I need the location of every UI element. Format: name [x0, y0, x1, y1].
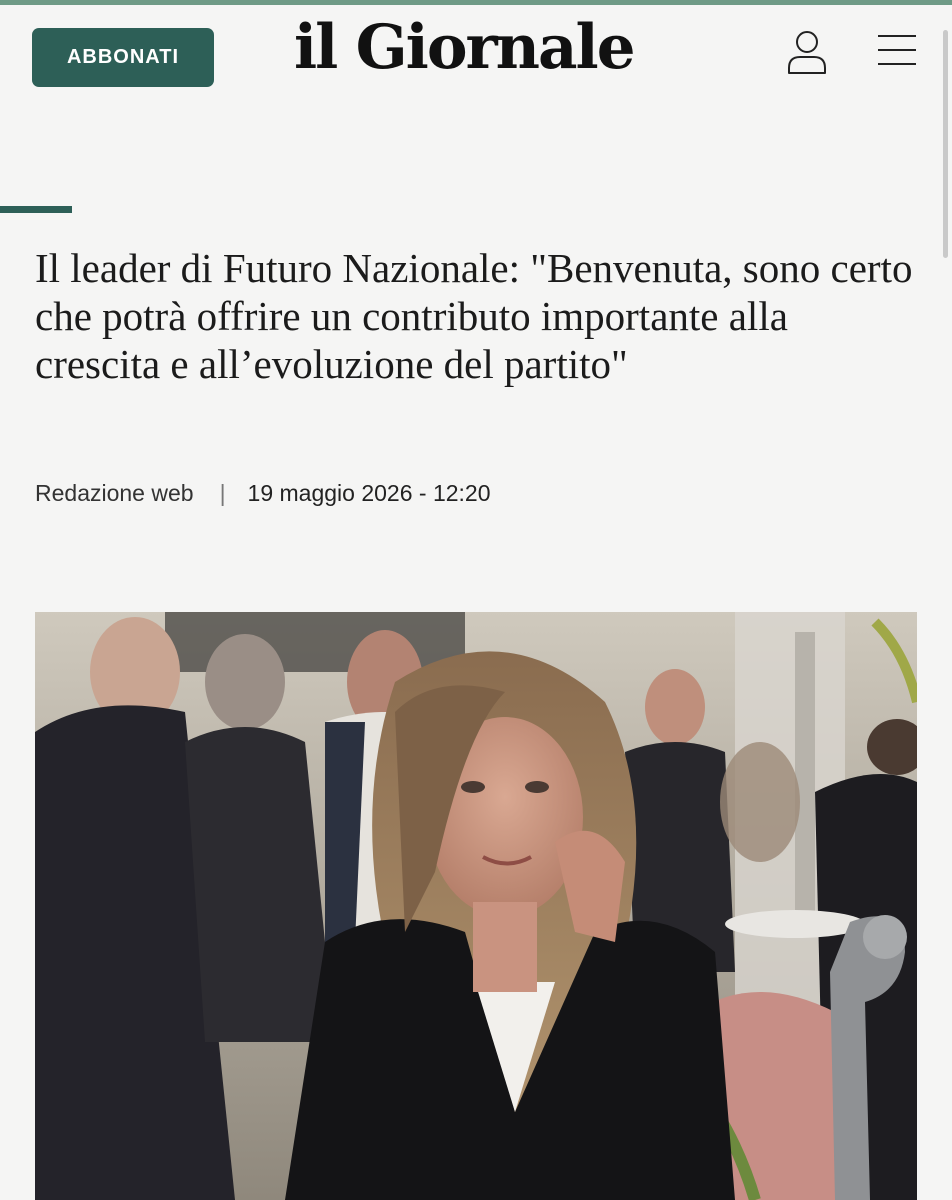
top-accent-strip [0, 0, 952, 5]
article-author[interactable]: Redazione web [35, 480, 194, 507]
article-photo[interactable] [35, 612, 917, 1200]
meta-separator: | [219, 480, 226, 506]
article-headline: Il leader di Futuro Nazionale: "Benvenut… [35, 245, 913, 387]
menu-button[interactable] [876, 33, 918, 69]
article-date: 19 maggio 2026 - 12:20 [247, 480, 491, 506]
subscribe-button[interactable]: ABBONATI [32, 28, 214, 87]
user-account-button[interactable] [786, 28, 828, 76]
user-icon [788, 31, 826, 74]
site-logo[interactable]: il Giornale [294, 17, 636, 78]
article-meta: Redazione web | 19 maggio 2026 - 12:20 [35, 480, 491, 507]
section-accent-line [0, 206, 72, 213]
scrollbar[interactable] [943, 30, 948, 258]
hamburger-menu-icon [878, 35, 916, 65]
article-photo-illustration [35, 612, 917, 1200]
